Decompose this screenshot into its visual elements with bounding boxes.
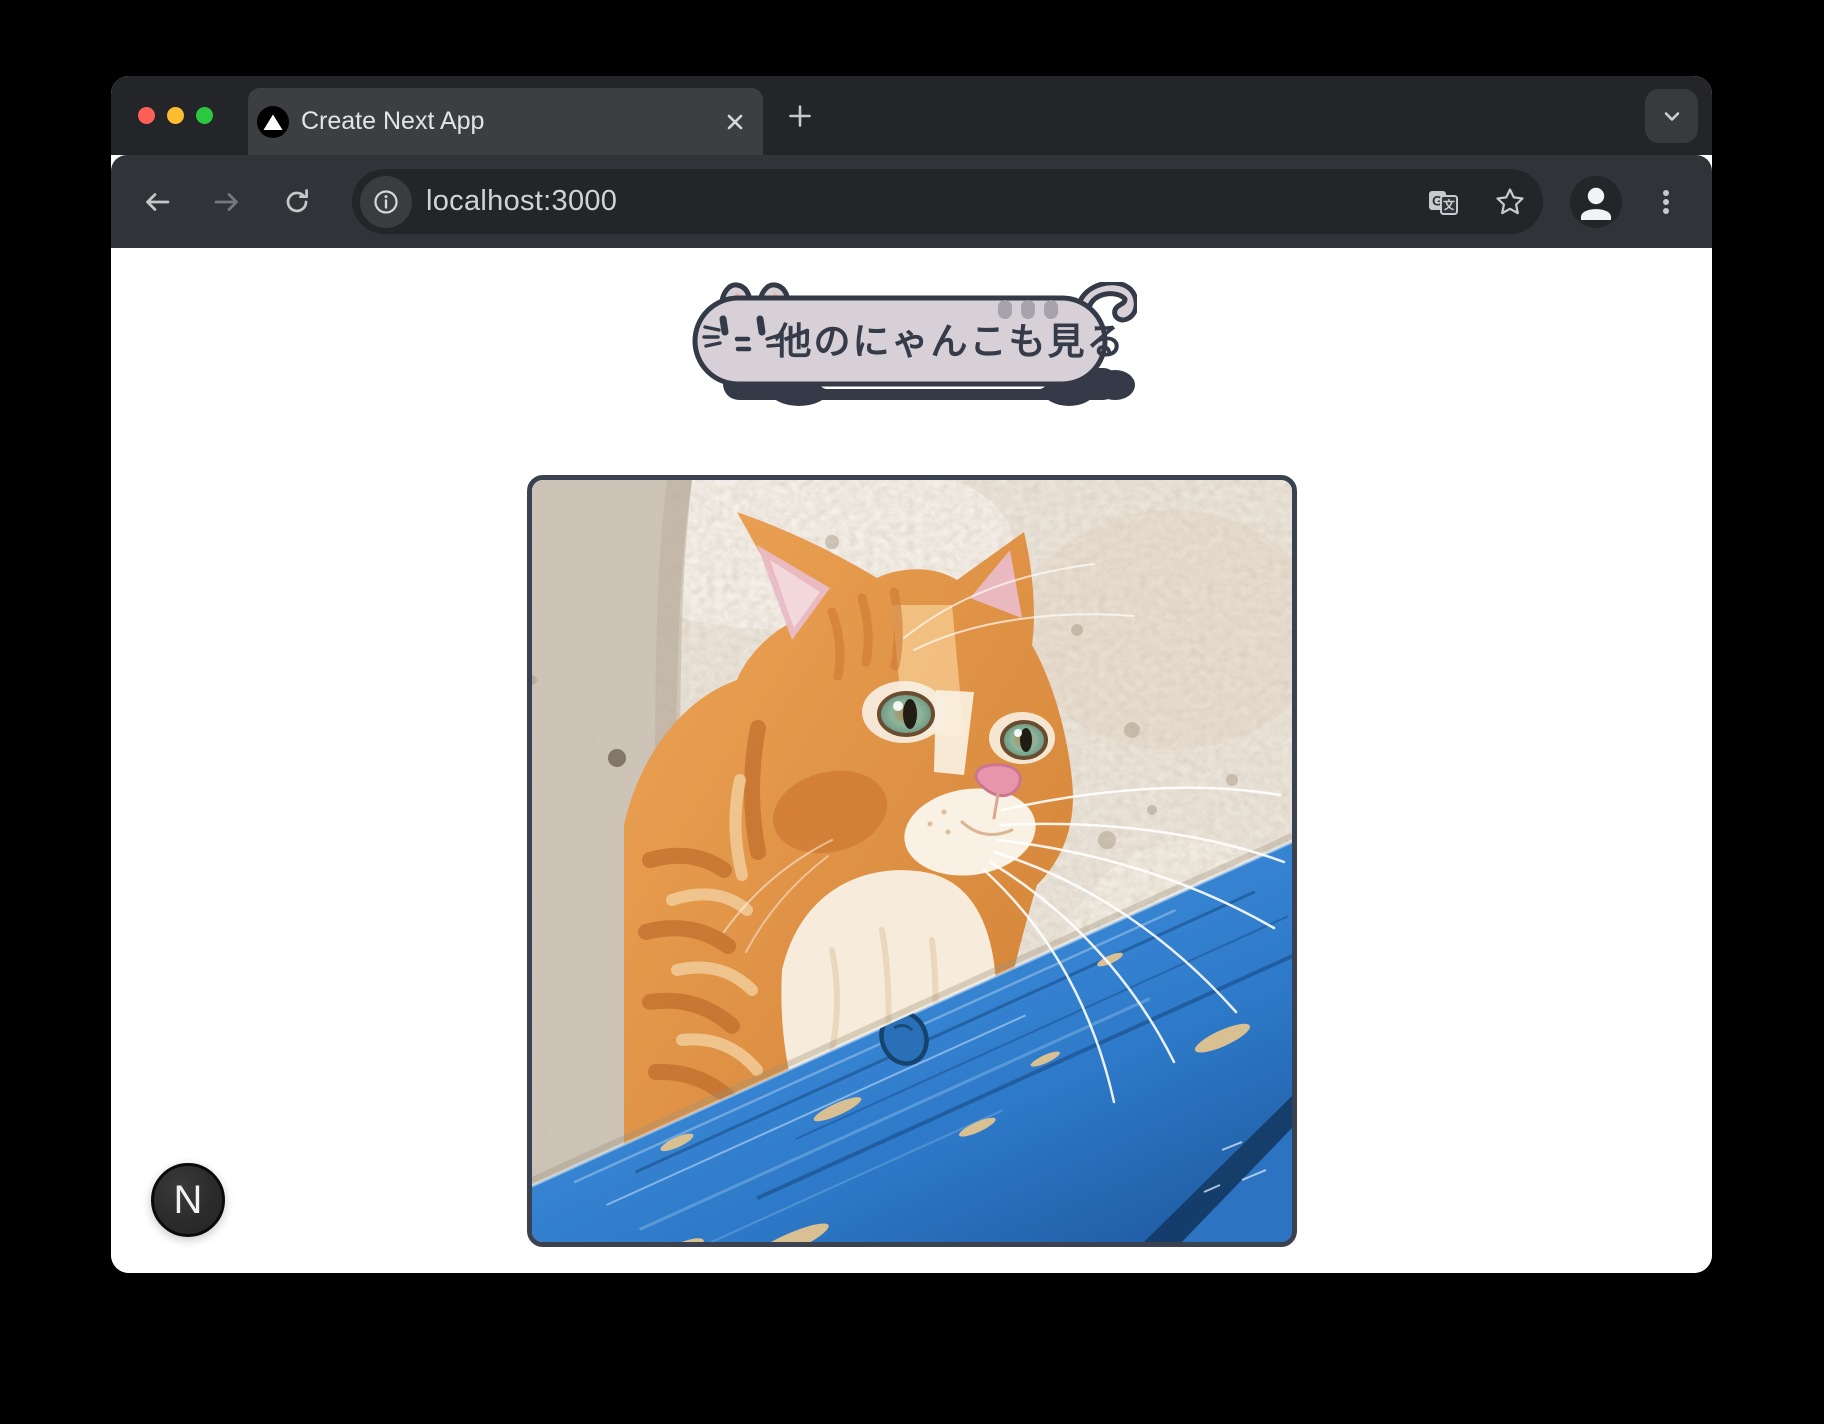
url-text[interactable]: localhost:3000 <box>426 185 1425 218</box>
site-info-button[interactable] <box>360 176 412 228</box>
wall-nail <box>608 749 626 767</box>
translate-button[interactable]: G <box>1425 183 1463 221</box>
star-icon <box>1493 185 1527 219</box>
vercel-triangle-icon <box>257 106 289 138</box>
tab-title: Create Next App <box>301 107 717 136</box>
cat-stripes <box>998 300 1058 319</box>
person-icon <box>1570 176 1622 228</box>
page-content: 他のにゃんこも見る <box>111 248 1712 1273</box>
bookmark-button[interactable] <box>1491 183 1529 221</box>
close-window-button[interactable] <box>138 107 155 124</box>
back-button[interactable] <box>133 178 181 226</box>
cat-button-label: 他のにゃんこも見る <box>773 321 1125 362</box>
minimize-window-button[interactable] <box>167 107 184 124</box>
kitten-photo <box>527 475 1297 1247</box>
new-tab-button[interactable] <box>776 92 824 140</box>
omnibox-actions: G <box>1425 183 1543 221</box>
tab-create-next-app[interactable]: Create Next App <box>248 88 763 155</box>
fullscreen-window-button[interactable] <box>196 107 213 124</box>
info-icon <box>371 187 401 217</box>
tab-strip: Create Next App <box>111 76 1712 155</box>
profile-avatar-button[interactable] <box>1570 176 1622 228</box>
chevron-down-icon <box>1656 100 1688 132</box>
translate-icon: G <box>1427 185 1461 219</box>
arrow-left-icon <box>141 186 173 218</box>
tab-search-button[interactable] <box>1645 89 1698 143</box>
reload-button[interactable] <box>273 178 321 226</box>
navigation-toolbar: localhost:3000 G <box>111 155 1712 248</box>
browser-menu-button[interactable] <box>1642 178 1690 226</box>
browser-window: Create Next App <box>111 76 1712 1273</box>
refresh-icon <box>281 186 313 218</box>
address-bar[interactable]: localhost:3000 G <box>352 169 1543 234</box>
tab-close-button[interactable] <box>717 104 753 140</box>
cat-button-illustration: 他のにゃんこも見る <box>687 282 1137 408</box>
see-other-cats-button[interactable]: 他のにゃんこも見る <box>687 282 1137 408</box>
kitten-photo-illustration <box>532 480 1292 1242</box>
forward-button[interactable] <box>203 178 251 226</box>
nextjs-dev-tools-button[interactable]: N <box>151 1163 225 1237</box>
plus-icon <box>787 103 813 129</box>
arrow-right-icon <box>211 186 243 218</box>
close-icon <box>723 110 747 134</box>
kebab-menu-icon <box>1650 186 1682 218</box>
nextjs-n-logo: N <box>174 1180 203 1220</box>
traffic-lights <box>111 107 213 124</box>
